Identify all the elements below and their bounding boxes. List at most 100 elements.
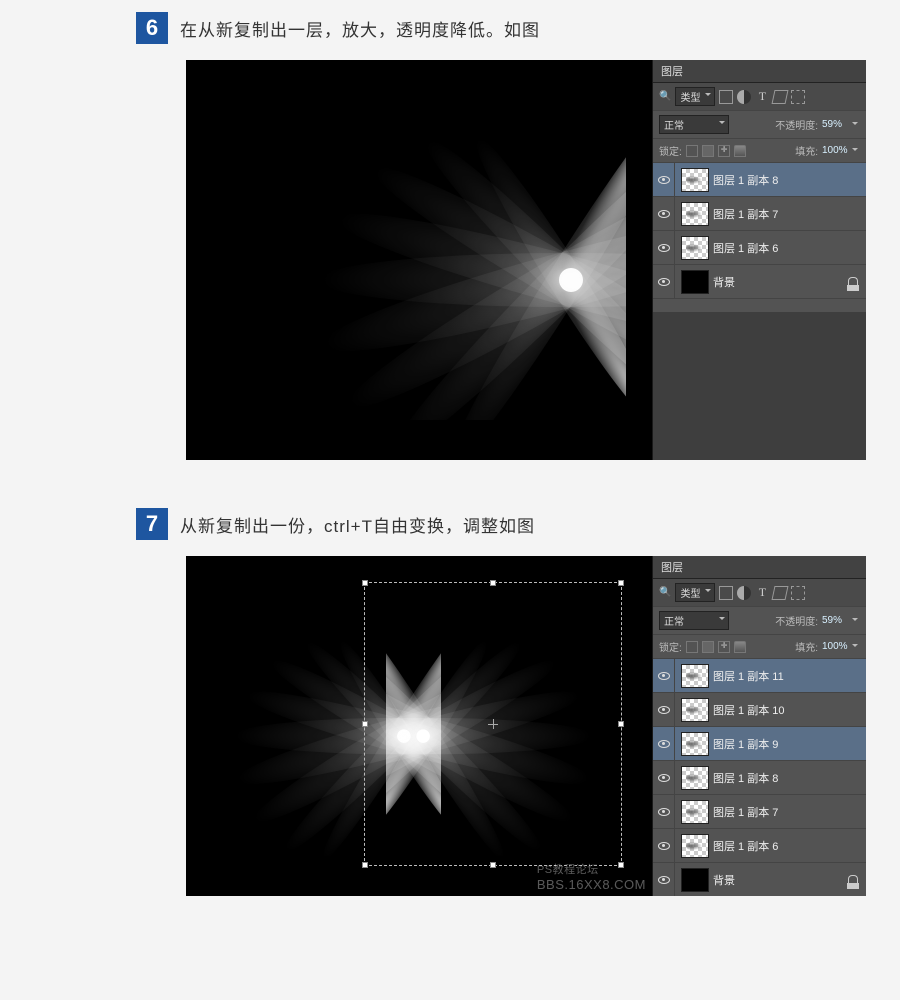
layer-row[interactable]: 图层 1 副本 8 [653, 163, 866, 197]
opacity-value[interactable]: 59% [822, 119, 848, 130]
lock-icon [848, 875, 858, 885]
layer-thumbnail[interactable] [681, 236, 709, 260]
visibility-toggle[interactable] [653, 693, 675, 726]
lock-icon [848, 277, 858, 287]
layer-name-label[interactable]: 图层 1 副本 7 [713, 206, 778, 222]
layer-name-label[interactable]: 图层 1 副本 6 [713, 240, 778, 256]
visibility-toggle[interactable] [653, 761, 675, 794]
visibility-toggle[interactable] [653, 829, 675, 862]
filter-adjust-icon[interactable] [737, 90, 751, 104]
blend-opacity-row: 正常 不透明度: 59% [653, 607, 866, 635]
canvas-area[interactable]: PS教程论坛 BBS.16XX8.COM [186, 556, 652, 896]
layer-name-label[interactable]: 图层 1 副本 7 [713, 804, 778, 820]
layers-panel-tab[interactable]: 图层 [653, 556, 866, 579]
filter-adjust-icon[interactable] [737, 586, 751, 600]
blend-mode-select[interactable]: 正常 [659, 115, 729, 134]
layer-name-label[interactable]: 背景 [713, 274, 735, 290]
watermark-line2: BBS.16XX8.COM [537, 877, 646, 892]
lock-transparency-icon[interactable] [686, 641, 698, 653]
layer-thumbnail[interactable] [681, 202, 709, 226]
fill-value[interactable]: 100% [822, 641, 848, 652]
filter-pixel-icon[interactable] [719, 586, 733, 600]
layer-name-label[interactable]: 图层 1 副本 11 [713, 668, 784, 684]
layer-row[interactable]: 背景 [653, 265, 866, 299]
layer-thumbnail[interactable] [681, 766, 709, 790]
layers-panel: 图层 🔍 类型 T 正常 不透明度: 59% 锁定: ✛ [652, 60, 866, 460]
layer-name-label[interactable]: 图层 1 副本 6 [713, 838, 778, 854]
transform-handle[interactable] [490, 862, 496, 868]
layer-row[interactable]: 图层 1 副本 7 [653, 795, 866, 829]
step-header: 6 在从新复制出一层，放大，透明度降低。如图 [0, 6, 900, 52]
filter-type-select[interactable]: 类型 [675, 583, 715, 602]
lock-all-icon[interactable] [734, 641, 746, 653]
layer-thumbnail[interactable] [681, 168, 709, 192]
visibility-toggle[interactable] [653, 727, 675, 760]
layer-name-label[interactable]: 图层 1 副本 9 [713, 736, 778, 752]
layer-name-label[interactable]: 背景 [713, 872, 735, 888]
filter-type-select[interactable]: 类型 [675, 87, 715, 106]
step-header: 7 从新复制出一份，ctrl+T自由变换，调整如图 [0, 502, 900, 548]
layer-row[interactable]: 图层 1 副本 7 [653, 197, 866, 231]
lock-transparency-icon[interactable] [686, 145, 698, 157]
layer-row[interactable]: 图层 1 副本 8 [653, 761, 866, 795]
fill-value[interactable]: 100% [822, 145, 848, 156]
layer-row[interactable]: 图层 1 副本 10 [653, 693, 866, 727]
layer-row[interactable]: 背景 [653, 863, 866, 896]
filter-shape-icon[interactable] [772, 586, 789, 600]
layer-thumbnail[interactable] [681, 834, 709, 858]
lock-pixels-icon[interactable] [702, 641, 714, 653]
lock-label: 锁定: [659, 639, 682, 654]
watermark-line1: PS教程论坛 [537, 861, 646, 877]
blend-mode-select[interactable]: 正常 [659, 611, 729, 630]
photoshop-screenshot: PS教程论坛 BBS.16XX8.COM 图层 🔍 类型 T 正常 不透明度: … [186, 556, 866, 896]
layer-name-label[interactable]: 图层 1 副本 10 [713, 702, 785, 718]
filter-pixel-icon[interactable] [719, 90, 733, 104]
chevron-down-icon[interactable] [852, 614, 860, 627]
chevron-down-icon[interactable] [852, 118, 860, 131]
filter-shape-icon[interactable] [772, 90, 789, 104]
filter-type-icon[interactable]: T [755, 586, 769, 600]
layer-thumbnail[interactable] [681, 800, 709, 824]
canvas-area[interactable] [186, 60, 652, 460]
filter-type-icon[interactable]: T [755, 90, 769, 104]
lock-all-icon[interactable] [734, 145, 746, 157]
visibility-toggle[interactable] [653, 795, 675, 828]
layers-panel-tab[interactable]: 图层 [653, 60, 866, 83]
layer-row[interactable]: 图层 1 副本 6 [653, 829, 866, 863]
transform-handle[interactable] [362, 580, 368, 586]
layer-row[interactable]: 图层 1 副本 11 [653, 659, 866, 693]
layer-thumbnail[interactable] [681, 270, 709, 294]
visibility-toggle[interactable] [653, 863, 675, 896]
transform-handle[interactable] [490, 580, 496, 586]
transform-handle[interactable] [618, 580, 624, 586]
visibility-toggle[interactable] [653, 659, 675, 692]
filter-smart-icon[interactable] [791, 90, 805, 104]
wing-artwork-left [226, 110, 626, 420]
wing-artwork-right [386, 596, 652, 856]
layer-name-label[interactable]: 图层 1 副本 8 [713, 770, 778, 786]
layer-row[interactable]: 图层 1 副本 6 [653, 231, 866, 265]
search-icon[interactable]: 🔍 [659, 587, 671, 598]
transform-handle[interactable] [362, 862, 368, 868]
visibility-toggle[interactable] [653, 231, 675, 264]
layer-name-label[interactable]: 图层 1 副本 8 [713, 172, 778, 188]
opacity-label: 不透明度: [775, 117, 818, 132]
layer-row[interactable]: 图层 1 副本 9 [653, 727, 866, 761]
layer-thumbnail[interactable] [681, 664, 709, 688]
visibility-toggle[interactable] [653, 197, 675, 230]
fill-label: 填充: [795, 639, 818, 654]
visibility-toggle[interactable] [653, 163, 675, 196]
layer-thumbnail[interactable] [681, 698, 709, 722]
chevron-down-icon[interactable] [852, 144, 860, 157]
search-icon[interactable]: 🔍 [659, 91, 671, 102]
layer-thumbnail[interactable] [681, 732, 709, 756]
opacity-value[interactable]: 59% [822, 615, 848, 626]
layer-list: 图层 1 副本 11 图层 1 副本 10 图层 1 副本 9 图层 1 副本 8 图层… [653, 659, 866, 896]
chevron-down-icon[interactable] [852, 640, 860, 653]
layer-thumbnail[interactable] [681, 868, 709, 892]
filter-smart-icon[interactable] [791, 586, 805, 600]
visibility-toggle[interactable] [653, 265, 675, 298]
eye-icon [658, 740, 670, 748]
lock-pixels-icon[interactable] [702, 145, 714, 157]
lock-fill-row: 锁定: ✛ 填充: 100% [653, 139, 866, 163]
